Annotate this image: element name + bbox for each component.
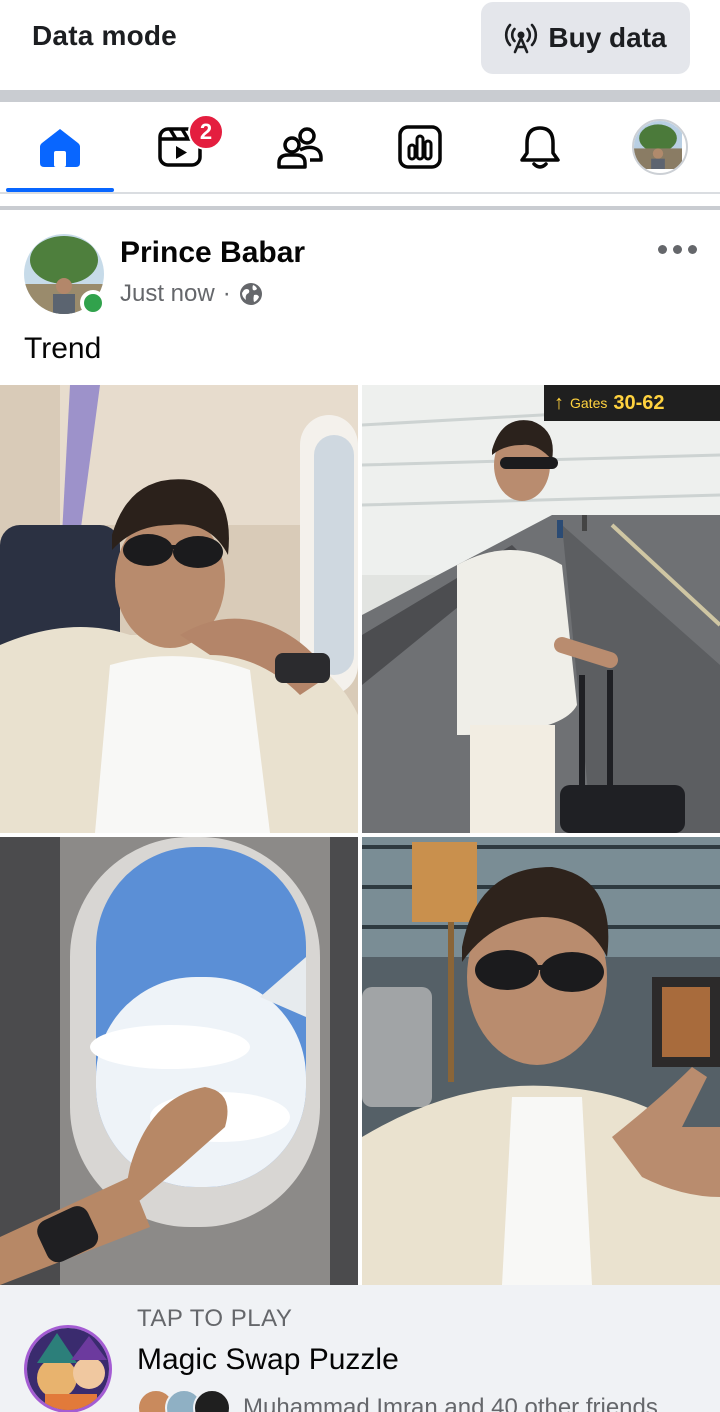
game-card[interactable]: TAP TO PLAY Magic Swap Puzzle Muhammad I… <box>0 1285 720 1412</box>
data-mode-title: Data mode <box>32 20 177 51</box>
nav-notifications[interactable] <box>480 102 600 192</box>
sign-label: Gates <box>570 395 608 411</box>
friends-icon <box>277 127 323 169</box>
notification-badge: 2 <box>188 114 224 150</box>
meta-separator: · <box>222 280 231 307</box>
tap-to-play-label: TAP TO PLAY <box>137 1305 293 1332</box>
nav-dashboard[interactable] <box>360 102 480 192</box>
nav-video[interactable]: 2 <box>120 102 240 192</box>
profile-avatar <box>632 119 688 175</box>
post-meta: Just now · <box>120 280 263 308</box>
bell-icon <box>520 126 560 169</box>
friend-avatars <box>137 1389 231 1412</box>
post-text: Trend <box>24 332 102 365</box>
nav-friends[interactable] <box>240 102 360 192</box>
buy-data-label: Buy data <box>548 22 667 53</box>
photo-lounge-selfie[interactable] <box>362 837 720 1285</box>
author-name[interactable]: Prince Babar <box>120 236 305 270</box>
sign-numbers: 30-62 <box>613 391 665 414</box>
photo-airplane-window[interactable] <box>0 837 358 1285</box>
gates-sign: ↑ Gates 30-62 <box>544 385 720 421</box>
nav-home[interactable] <box>0 102 120 192</box>
data-mode-bar: Data mode Buy data <box>0 0 720 90</box>
divider <box>0 90 720 102</box>
post-header: Prince Babar Just now · Trend <box>0 210 720 385</box>
game-title: Magic Swap Puzzle <box>137 1343 399 1376</box>
friend-avatar <box>193 1389 231 1412</box>
sign-arrow: ↑ <box>554 391 564 414</box>
author-avatar[interactable] <box>24 234 106 316</box>
photo-airport-walkway[interactable]: ↑ Gates 30-62 <box>362 385 720 833</box>
dashboard-icon <box>398 125 442 169</box>
post-time: Just now <box>120 280 215 307</box>
main-nav: 2 <box>0 102 720 194</box>
friends-playing: Muhammad Imran and 40 other friends <box>137 1389 658 1412</box>
nav-profile[interactable] <box>600 102 720 192</box>
friends-text: Muhammad Imran and 40 other friends <box>243 1394 658 1412</box>
game-logo <box>24 1325 112 1412</box>
photo-airplane-selfie[interactable] <box>0 385 358 833</box>
buy-data-button[interactable]: Buy data <box>481 2 690 74</box>
more-options-button[interactable] <box>652 234 702 264</box>
broadcast-icon <box>505 23 538 54</box>
active-tab-indicator <box>6 188 114 192</box>
home-icon <box>40 129 80 167</box>
photo-grid: ↑ Gates 30-62 <box>0 385 720 1285</box>
online-status-dot <box>80 290 106 316</box>
globe-icon <box>239 283 262 305</box>
